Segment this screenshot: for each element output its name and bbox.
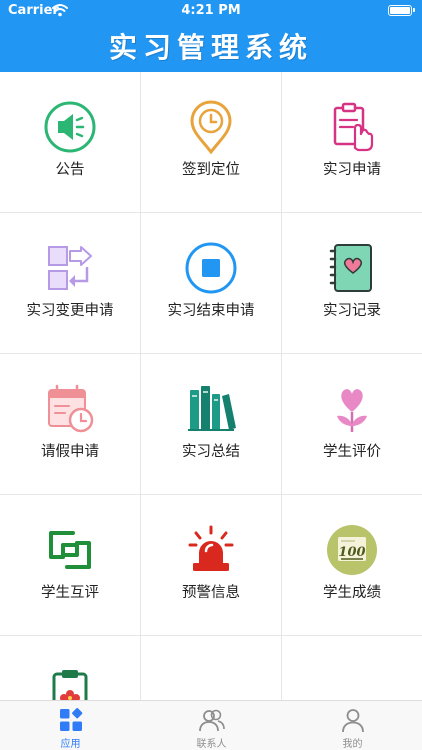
status-time: 4:21 PM bbox=[181, 3, 241, 18]
battery-icon bbox=[388, 5, 415, 16]
phone-screen: Carrier 4:21 PM 实习管理系统 公告 签到定位 实习申请 实习变更… bbox=[0, 0, 422, 750]
tab-contacts[interactable]: 联系人 bbox=[141, 701, 282, 750]
flower-icon bbox=[337, 389, 367, 432]
grid-item-internship-apply[interactable]: 实习申请 bbox=[282, 72, 422, 213]
status-bar: Carrier 4:21 PM bbox=[0, 0, 422, 22]
app-grid: 公告 签到定位 实习申请 实习变更申请 实习结束申请 实习记录 请假申请 实习总… bbox=[0, 72, 422, 700]
grid-item-label: 签到定位 bbox=[182, 162, 240, 178]
grid-item-label: 实习变更申请 bbox=[26, 303, 114, 319]
page-title: 实习管理系统 bbox=[108, 31, 313, 64]
score-100-icon: 100 bbox=[327, 525, 377, 575]
grid-item-peer-review[interactable]: 学生互评 bbox=[0, 495, 141, 636]
grid-item-label: 预警信息 bbox=[182, 585, 240, 601]
grid-item-label: 学生互评 bbox=[41, 585, 99, 601]
grid-item-label: 实习申请 bbox=[323, 162, 381, 178]
swap-arrows-icon bbox=[48, 246, 92, 290]
tab-profile[interactable]: 我的 bbox=[282, 701, 422, 750]
mutual-squares-icon bbox=[49, 531, 91, 569]
grid-item-label: 实习结束申请 bbox=[167, 303, 255, 319]
clipboard-hand-icon bbox=[333, 102, 374, 152]
tab-label: 我的 bbox=[342, 739, 363, 750]
grid-item-internship-summary[interactable]: 实习总结 bbox=[141, 354, 282, 495]
grid-item-label: 学生评价 bbox=[323, 444, 381, 460]
grid-item-label: 学生成绩 bbox=[323, 585, 381, 601]
grid-item-change-apply[interactable]: 实习变更申请 bbox=[0, 213, 141, 354]
grid-item-internship-record[interactable]: 实习记录 bbox=[282, 213, 422, 354]
grid-item-label: 实习总结 bbox=[182, 444, 240, 460]
calendar-clock-icon bbox=[48, 384, 94, 433]
location-clock-icon bbox=[190, 100, 232, 154]
grid-item-label: 公告 bbox=[55, 162, 85, 178]
tab-apps[interactable]: 应用 bbox=[0, 701, 141, 750]
grid-item-warning-info[interactable]: 预警信息 bbox=[141, 495, 282, 636]
grid-item-checkin-location[interactable]: 签到定位 bbox=[141, 72, 282, 213]
grid-item-leave-apply[interactable]: 请假申请 bbox=[0, 354, 141, 495]
tab-bar: 应用 联系人 我的 bbox=[0, 700, 422, 750]
grid-item-label: 请假申请 bbox=[41, 444, 99, 460]
books-icon bbox=[188, 386, 236, 431]
profile-icon bbox=[342, 709, 364, 733]
grid-item-announcement[interactable]: 公告 bbox=[0, 72, 141, 213]
tab-label: 联系人 bbox=[196, 739, 227, 750]
header: Carrier 4:21 PM 实习管理系统 bbox=[0, 0, 422, 72]
clipboard-flower-icon bbox=[52, 670, 88, 700]
grid-item-student-score[interactable]: 100 学生成绩 bbox=[282, 495, 422, 636]
tab-label: 应用 bbox=[60, 739, 81, 750]
contacts-icon bbox=[199, 709, 225, 732]
grid-item-end-apply[interactable]: 实习结束申请 bbox=[141, 213, 282, 354]
notebook-heart-icon bbox=[329, 244, 372, 292]
apps-icon bbox=[60, 708, 83, 731]
svg-text:100: 100 bbox=[338, 545, 365, 560]
stop-icon bbox=[185, 242, 237, 294]
grid-item-label: 实习记录 bbox=[323, 303, 381, 319]
grid-item-clipboard[interactable] bbox=[0, 636, 141, 700]
grid-empty-cell bbox=[282, 636, 422, 700]
grid-empty-cell bbox=[141, 636, 282, 700]
siren-icon bbox=[188, 525, 234, 571]
speaker-icon bbox=[44, 101, 96, 153]
grid-item-student-evaluation[interactable]: 学生评价 bbox=[282, 354, 422, 495]
